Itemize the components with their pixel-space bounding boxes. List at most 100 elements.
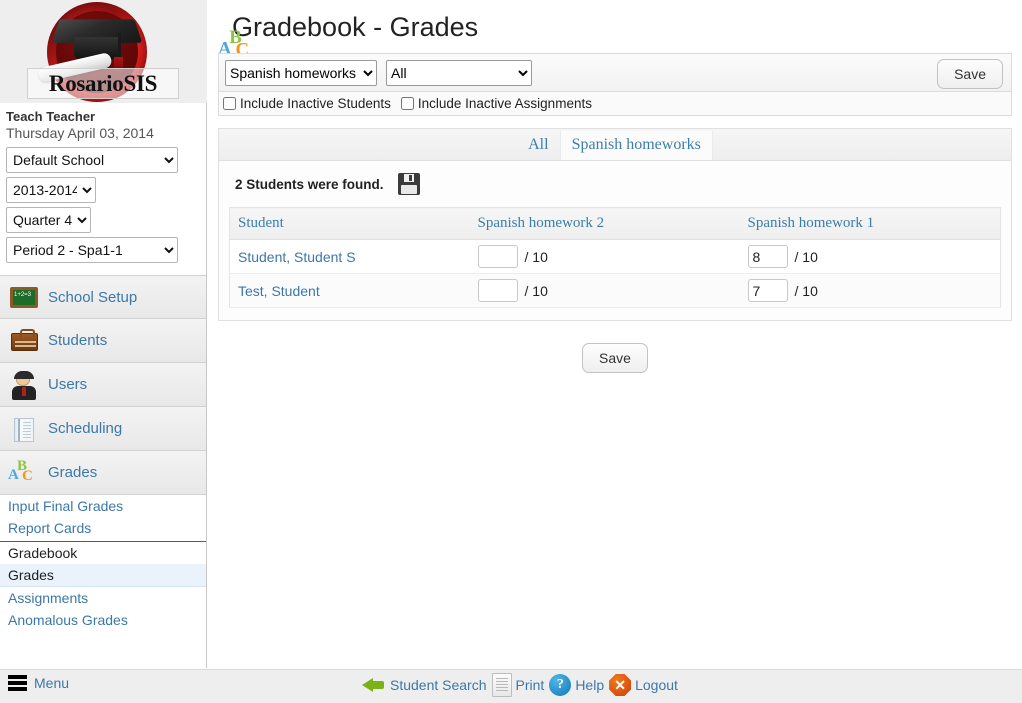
student-link[interactable]: Test, Student [238, 283, 320, 299]
toolbar: Spanish homeworks All Save [218, 53, 1012, 91]
tab-spanish-homeworks[interactable]: Spanish homeworks [559, 131, 713, 160]
sidebar-item-students[interactable]: Students [0, 319, 206, 363]
close-x-icon: ✕ [609, 674, 632, 696]
column-header-hw1[interactable]: Spanish homework 1 [739, 207, 1001, 240]
grade-input-hw2[interactable] [477, 279, 518, 302]
include-inactive-students-label[interactable]: Include Inactive Students [223, 96, 391, 111]
grade-cell-hw1: / 10 [739, 273, 1001, 308]
school-select-row: Default School [0, 145, 206, 175]
grade-input-hw1[interactable] [747, 279, 788, 302]
found-count-text: 2 Students were found. [235, 176, 384, 192]
grade-max-label: / 10 [524, 282, 548, 299]
hamburger-icon [8, 675, 27, 691]
question-mark-icon: ? [549, 674, 572, 696]
app-root: RosarioSIS Teach Teacher Thursday April … [0, 0, 1022, 703]
student-name-cell: Test, Student [229, 273, 470, 308]
student-search-label: Student Search [390, 677, 487, 693]
document-icon [491, 673, 512, 697]
logout-label: Logout [635, 677, 678, 693]
assignment-type-select[interactable]: Spanish homeworks [225, 59, 377, 86]
sidebar-item-grades[interactable]: ABC Grades [0, 451, 206, 495]
save-button-container: Save [208, 321, 1022, 373]
marking-period-select[interactable]: Quarter 4 [6, 207, 91, 233]
grade-max-label: / 10 [794, 248, 818, 265]
tab-all[interactable]: All [517, 131, 559, 160]
include-inactive-students-checkbox[interactable] [223, 97, 236, 110]
grade-input-hw2[interactable] [477, 245, 518, 268]
help-button[interactable]: ? Help [549, 674, 604, 696]
student-link[interactable]: Student, Student S [238, 249, 356, 265]
table-header-row: Student Spanish homework 2 Spanish homew… [229, 207, 1001, 240]
sidebar-item-gradebook-grades[interactable]: Grades [0, 564, 206, 587]
grade-max-label: / 10 [794, 282, 818, 299]
school-year-select[interactable]: 2013-2014 [6, 177, 96, 203]
tab-bar: All Spanish homeworks [219, 129, 1011, 161]
grades-submenu: Input Final Grades Report Cards [0, 495, 206, 542]
checkbox-label: Include Inactive Assignments [417, 96, 592, 111]
logo-text: RosarioSIS [27, 68, 179, 99]
include-inactive-assignments-label[interactable]: Include Inactive Assignments [400, 96, 592, 111]
sidebar-item-label: Students [48, 332, 108, 349]
page-title: ABC Gradebook - Grades [218, 12, 479, 60]
book-icon [8, 414, 42, 444]
footer-bar: Menu Student Search Print ? Help ✕ Logou… [0, 669, 1022, 703]
user-icon [8, 370, 42, 400]
sidebar-item-gradebook[interactable]: Gradebook [0, 542, 206, 564]
help-label: Help [575, 677, 605, 693]
menu-button[interactable]: Menu [8, 675, 69, 691]
student-search-button[interactable]: Student Search [362, 674, 487, 696]
sidebar-item-school-setup[interactable]: School Setup [0, 275, 206, 319]
table-row: Test, Student / 10 / 10 [229, 273, 1001, 308]
footer-actions: Student Search Print ? Help ✕ Logout [362, 673, 683, 697]
gradebook-submenu: Gradebook Grades Assignments Anomalous G… [0, 542, 206, 631]
sidebar-item-anomalous-grades[interactable]: Anomalous Grades [0, 609, 206, 631]
logout-button[interactable]: ✕ Logout [609, 674, 678, 696]
save-button-bottom[interactable]: Save [582, 343, 648, 373]
grade-cell-hw2: / 10 [469, 239, 740, 274]
back-arrow-icon [362, 674, 386, 696]
student-name-cell: Student, Student S [229, 239, 470, 274]
abc-icon: ABC [8, 457, 33, 484]
briefcase-icon [8, 326, 42, 356]
grade-cell-hw1: / 10 [739, 239, 1001, 274]
grade-cell-hw2: / 10 [469, 273, 740, 308]
results-summary-row: 2 Students were found. [219, 161, 1011, 207]
quarter-select-row: Quarter 4 [0, 205, 206, 235]
print-label: Print [515, 677, 545, 693]
school-select[interactable]: Default School [6, 147, 178, 173]
gradebook-panel: All Spanish homeworks 2 Students were fo… [218, 128, 1012, 321]
sidebar-item-input-final-grades[interactable]: Input Final Grades [0, 495, 206, 517]
floppy-disk-icon[interactable] [397, 173, 420, 195]
page-title-text: Gradebook - Grades [232, 12, 479, 42]
column-header-student[interactable]: Student [229, 207, 470, 240]
chalkboard-icon [8, 282, 42, 312]
column-header-hw2[interactable]: Spanish homework 2 [469, 207, 740, 240]
main-content: ABC Gradebook - Grades Spanish homeworks… [208, 0, 1022, 668]
sidebar-item-label: Scheduling [48, 420, 123, 437]
table-row: Student, Student S / 10 / 10 [229, 239, 1001, 274]
grade-max-label: / 10 [524, 248, 548, 265]
logo: RosarioSIS [0, 0, 207, 103]
sidebar-item-assignments[interactable]: Assignments [0, 587, 206, 609]
sidebar-item-report-cards[interactable]: Report Cards [0, 517, 206, 539]
sidebar: RosarioSIS Teach Teacher Thursday April … [0, 0, 207, 668]
save-button-top[interactable]: Save [937, 59, 1003, 89]
current-date: Thursday April 03, 2014 [6, 125, 154, 141]
menu-label: Menu [34, 675, 70, 691]
include-inactive-assignments-checkbox[interactable] [400, 97, 414, 110]
checkbox-label: Include Inactive Students [240, 96, 391, 111]
sidebar-item-label: School Setup [48, 288, 138, 306]
sidebar-item-label: Grades [48, 464, 98, 481]
grades-table: Student Spanish homework 2 Spanish homew… [229, 207, 1001, 308]
period-select-row: Period 2 - Spa1-1 [0, 235, 206, 265]
sidebar-item-scheduling[interactable]: Scheduling [0, 407, 206, 451]
sidebar-item-label: Users [48, 376, 88, 393]
user-name: Teach Teacher [6, 109, 96, 124]
year-select-row: 2013-2014 [0, 175, 206, 205]
assignment-select[interactable]: All [386, 59, 532, 86]
sidebar-item-users[interactable]: Users [0, 363, 206, 407]
course-period-select[interactable]: Period 2 - Spa1-1 [6, 237, 178, 263]
grade-input-hw1[interactable] [747, 245, 788, 268]
print-button[interactable]: Print [491, 673, 545, 697]
